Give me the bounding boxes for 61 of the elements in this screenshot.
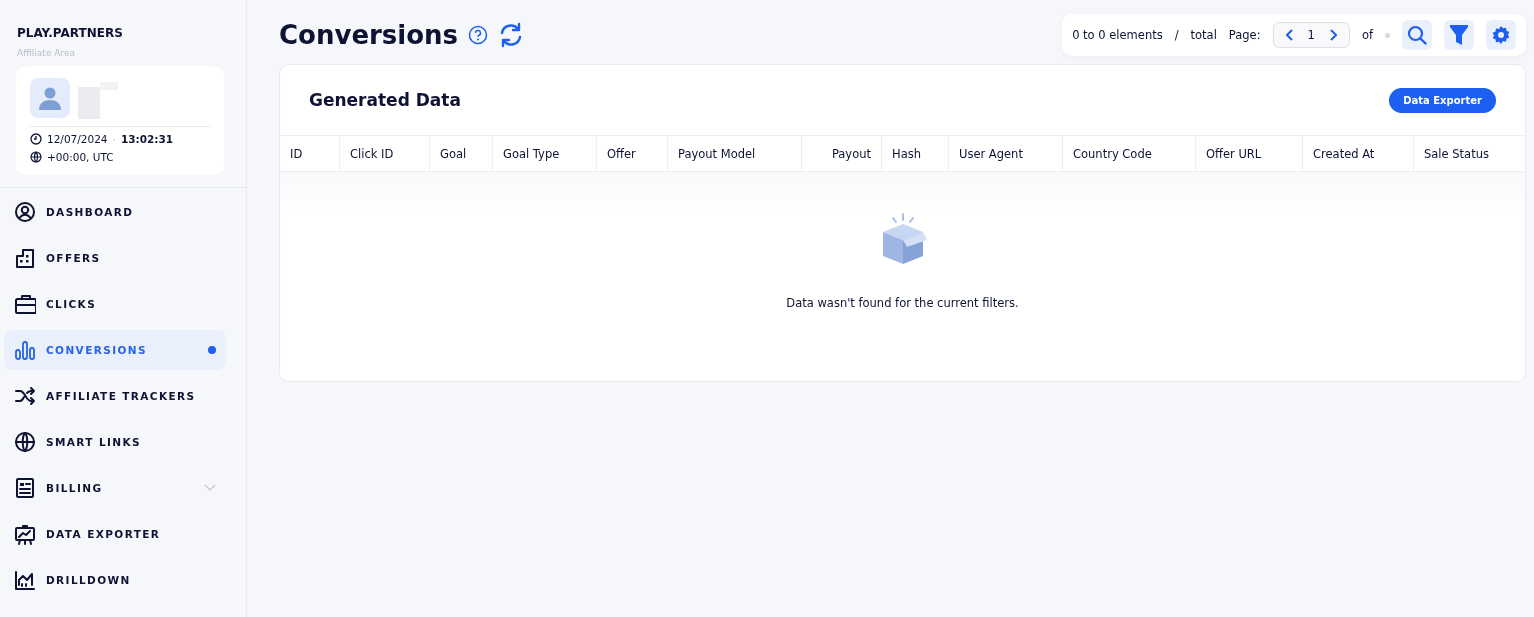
slash-text: / bbox=[1174, 28, 1179, 42]
column-header[interactable]: Sale Status bbox=[1414, 136, 1525, 171]
card-title: Generated Data bbox=[309, 90, 461, 110]
building-icon bbox=[14, 247, 36, 269]
settings-button[interactable] bbox=[1486, 20, 1516, 50]
chevron-left-icon[interactable] bbox=[1285, 29, 1294, 41]
search-icon bbox=[1407, 25, 1427, 45]
filter-icon bbox=[1449, 24, 1469, 46]
briefcase-icon bbox=[14, 293, 36, 315]
page-number: 1 bbox=[1307, 28, 1315, 42]
nav-item[interactable]: CONVERSIONS bbox=[4, 330, 226, 370]
column-header[interactable]: Offer bbox=[597, 136, 668, 171]
column-header[interactable]: Click ID bbox=[340, 136, 430, 171]
user-circle-icon bbox=[14, 201, 36, 223]
nav-item[interactable]: AFFILIATE TRACKERS bbox=[4, 376, 226, 416]
loading-dot bbox=[1385, 32, 1390, 38]
column-header[interactable]: ID bbox=[280, 136, 340, 171]
document-icon bbox=[14, 477, 36, 499]
settings-icon bbox=[1492, 26, 1510, 44]
nav-item[interactable]: OFFERS bbox=[4, 238, 226, 278]
nav-item[interactable]: SMART LINKS bbox=[4, 422, 226, 462]
separator-dot: · bbox=[112, 133, 116, 145]
column-header[interactable]: Created At bbox=[1303, 136, 1414, 171]
nav-item[interactable]: DRILLDOWN bbox=[4, 560, 226, 600]
line-chart-icon bbox=[14, 569, 36, 591]
data-exporter-button[interactable]: Data Exporter bbox=[1389, 87, 1496, 113]
nav-item[interactable]: BILLING bbox=[4, 468, 226, 508]
nav-item[interactable]: DASHBOARD bbox=[4, 192, 226, 232]
column-header[interactable]: Payout Model bbox=[668, 136, 802, 171]
clock-icon bbox=[30, 133, 42, 145]
timezone-text: +00:00, UTC bbox=[47, 151, 114, 163]
total-text: total bbox=[1190, 28, 1217, 42]
nav-item[interactable]: CLICKS bbox=[4, 284, 226, 324]
bar-chart-icon bbox=[14, 339, 36, 361]
column-header[interactable]: Country Code bbox=[1063, 136, 1196, 171]
date-text: 12/07/2024 bbox=[47, 133, 108, 145]
help-icon[interactable] bbox=[468, 25, 489, 45]
search-button[interactable] bbox=[1402, 20, 1432, 50]
presentation-board-icon bbox=[14, 523, 36, 545]
column-header[interactable]: Goal bbox=[430, 136, 493, 171]
column-header[interactable]: Payout bbox=[802, 136, 882, 171]
column-header[interactable]: Hash bbox=[882, 136, 949, 171]
shuffle-icon bbox=[14, 385, 36, 407]
person-silhouette-icon bbox=[37, 85, 63, 111]
globe-icon bbox=[30, 151, 42, 163]
empty-state-message: Data wasn't found for the current filters. bbox=[786, 296, 1019, 310]
page-label: Page: bbox=[1228, 28, 1261, 42]
time-text: 13:02:31 bbox=[120, 133, 174, 145]
column-header[interactable]: Goal Type bbox=[493, 136, 597, 171]
of-text: of bbox=[1361, 28, 1373, 42]
column-header[interactable]: Offer URL bbox=[1196, 136, 1303, 171]
filter-button[interactable] bbox=[1444, 20, 1474, 50]
range-text: 0 to 0 elements bbox=[1072, 28, 1163, 42]
page-title: Conversions bbox=[279, 20, 459, 50]
column-header[interactable]: User Agent bbox=[949, 136, 1063, 171]
brand-name: PLAY.PARTNERS bbox=[16, 26, 124, 40]
globe-icon bbox=[14, 431, 36, 453]
page-stepper[interactable]: 1 bbox=[1272, 22, 1350, 48]
brand-subtitle: Affiliate Area bbox=[16, 48, 76, 58]
nav-item[interactable]: DATA EXPORTER bbox=[4, 514, 226, 554]
chevron-right-icon[interactable] bbox=[1328, 29, 1337, 41]
